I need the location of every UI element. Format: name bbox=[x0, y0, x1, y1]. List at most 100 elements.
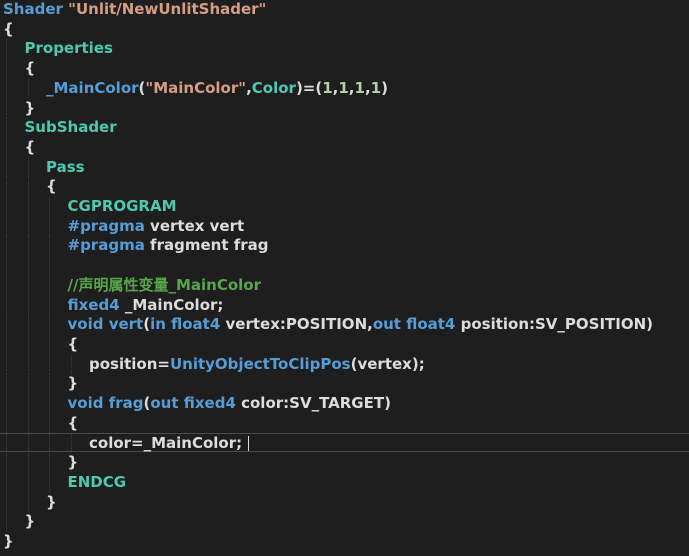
code-line-content: } bbox=[25, 99, 36, 117]
indent-guide bbox=[49, 315, 50, 335]
indent-guide bbox=[6, 413, 7, 433]
code-line[interactable]: { bbox=[0, 413, 689, 433]
code-line-content: Shader "Unlit/NewUnlitShader" bbox=[3, 0, 266, 18]
code-line-content: color=_MainColor; bbox=[89, 434, 250, 452]
code-token: //声明属性变量_MainColor bbox=[67, 275, 262, 294]
code-line[interactable]: { bbox=[0, 334, 689, 354]
code-line[interactable]: color=_MainColor; bbox=[0, 433, 689, 453]
indent-guide bbox=[49, 334, 50, 354]
code-token: _MainColor bbox=[46, 78, 139, 97]
code-token: void bbox=[67, 394, 109, 412]
code-token: { bbox=[3, 19, 14, 38]
code-token: fragment frag bbox=[144, 236, 269, 255]
code-token: Pass bbox=[46, 157, 85, 176]
code-token: Shader bbox=[3, 0, 69, 18]
code-line[interactable]: { bbox=[0, 137, 689, 157]
indent-guide bbox=[6, 39, 7, 59]
indent-guide bbox=[6, 256, 7, 276]
code-line-content: } bbox=[25, 512, 36, 530]
indent-guide bbox=[27, 197, 29, 216]
code-line[interactable]: { bbox=[0, 20, 689, 39]
indent-guide bbox=[6, 177, 7, 197]
code-line-content: fixed4 _MainColor; bbox=[68, 296, 224, 314]
code-line[interactable]: _MainColor("MainColor",Color)=(1,1,1,1) bbox=[0, 78, 689, 98]
code-line[interactable]: void frag(out fixed4 color:SV_TARGET) bbox=[0, 394, 689, 413]
indent-guide bbox=[6, 394, 7, 413]
code-line[interactable]: fixed4 _MainColor; bbox=[0, 295, 689, 315]
indent-guide bbox=[6, 216, 7, 236]
indent-guide bbox=[6, 512, 7, 532]
code-line[interactable]: } bbox=[0, 98, 689, 118]
code-line-content: } bbox=[3, 532, 14, 550]
indent-guide bbox=[49, 216, 50, 236]
indent-guide bbox=[27, 492, 29, 512]
indent-guide bbox=[27, 295, 29, 315]
code-line-content: ENDCG bbox=[68, 473, 127, 491]
code-line[interactable]: } bbox=[0, 512, 689, 532]
code-line[interactable]: ENDCG bbox=[0, 472, 689, 492]
indent-guide bbox=[27, 157, 29, 177]
code-line[interactable]: #pragma fragment frag bbox=[0, 236, 689, 256]
code-line[interactable]: Properties bbox=[0, 39, 689, 59]
indent-guide bbox=[49, 354, 50, 374]
code-token: 1 bbox=[354, 78, 365, 97]
code-line[interactable]: { bbox=[0, 177, 689, 197]
indent-guide bbox=[49, 295, 50, 315]
code-token: 1 bbox=[338, 78, 349, 97]
indent-guide bbox=[49, 394, 50, 413]
code-line[interactable]: //声明属性变量_MainColor bbox=[0, 275, 689, 295]
code-line-content: #pragma vertex vert bbox=[68, 217, 245, 235]
code-token: } bbox=[3, 531, 14, 550]
indent-guide bbox=[6, 295, 7, 315]
indent-guide bbox=[49, 453, 50, 473]
code-token: } bbox=[46, 492, 57, 511]
indent-guide bbox=[49, 434, 50, 452]
code-token: 1 bbox=[322, 78, 333, 97]
code-line[interactable]: Shader "Unlit/NewUnlitShader" bbox=[0, 0, 689, 19]
code-line[interactable]: #pragma vertex vert bbox=[0, 216, 689, 236]
code-line-content: { bbox=[46, 177, 57, 195]
code-token: 1 bbox=[370, 78, 382, 97]
code-line-content: SubShader bbox=[25, 118, 117, 136]
code-line[interactable]: position=UnityObjectToClipPos(vertex); bbox=[0, 354, 689, 374]
indent-guide bbox=[27, 354, 29, 374]
code-line[interactable]: void vert(in float4 vertex:POSITION,out … bbox=[0, 315, 689, 335]
code-line-content: { bbox=[25, 59, 36, 77]
code-token: } bbox=[24, 98, 36, 117]
code-token: float4 bbox=[171, 315, 221, 334]
code-line-content: #pragma fragment frag bbox=[68, 236, 269, 254]
indent-guide bbox=[27, 453, 29, 473]
indent-guide bbox=[70, 354, 72, 374]
indent-guide bbox=[27, 177, 29, 197]
code-editor[interactable]: Shader "Unlit/NewUnlitShader" {Properties… bbox=[0, 0, 689, 556]
code-line-content: _MainColor("MainColor",Color)=(1,1,1,1) bbox=[46, 79, 388, 97]
code-line[interactable] bbox=[0, 256, 689, 276]
code-token: out bbox=[150, 394, 184, 412]
code-token: { bbox=[24, 59, 36, 78]
code-line[interactable]: } bbox=[0, 532, 689, 551]
indent-guide bbox=[49, 374, 50, 394]
code-token: Color bbox=[251, 78, 296, 97]
code-line[interactable]: } bbox=[0, 374, 689, 394]
code-line[interactable]: Pass bbox=[0, 157, 689, 177]
indent-guide bbox=[49, 275, 50, 295]
indent-guide bbox=[6, 315, 7, 335]
code-token: } bbox=[24, 512, 36, 531]
code-line-content: void frag(out fixed4 color:SV_TARGET) bbox=[68, 394, 391, 412]
code-token: out bbox=[372, 315, 407, 334]
code-token: { bbox=[67, 334, 79, 353]
code-line[interactable]: } bbox=[0, 492, 689, 512]
code-token: SubShader bbox=[24, 118, 117, 137]
code-line[interactable]: SubShader bbox=[0, 118, 689, 138]
code-token: Properties bbox=[24, 39, 113, 58]
code-line[interactable]: CGPROGRAM bbox=[0, 197, 689, 216]
code-token: "Unlit/NewUnlitShader" bbox=[68, 0, 267, 18]
code-line[interactable]: } bbox=[0, 453, 689, 473]
indent-guide bbox=[6, 334, 7, 354]
indent-guide bbox=[27, 315, 29, 335]
code-line-content: Properties bbox=[25, 39, 113, 57]
code-line-content: void vert(in float4 vertex:POSITION,out … bbox=[68, 315, 654, 333]
indent-guide bbox=[49, 413, 50, 433]
indent-guide bbox=[6, 354, 7, 374]
code-line[interactable]: { bbox=[0, 59, 689, 79]
